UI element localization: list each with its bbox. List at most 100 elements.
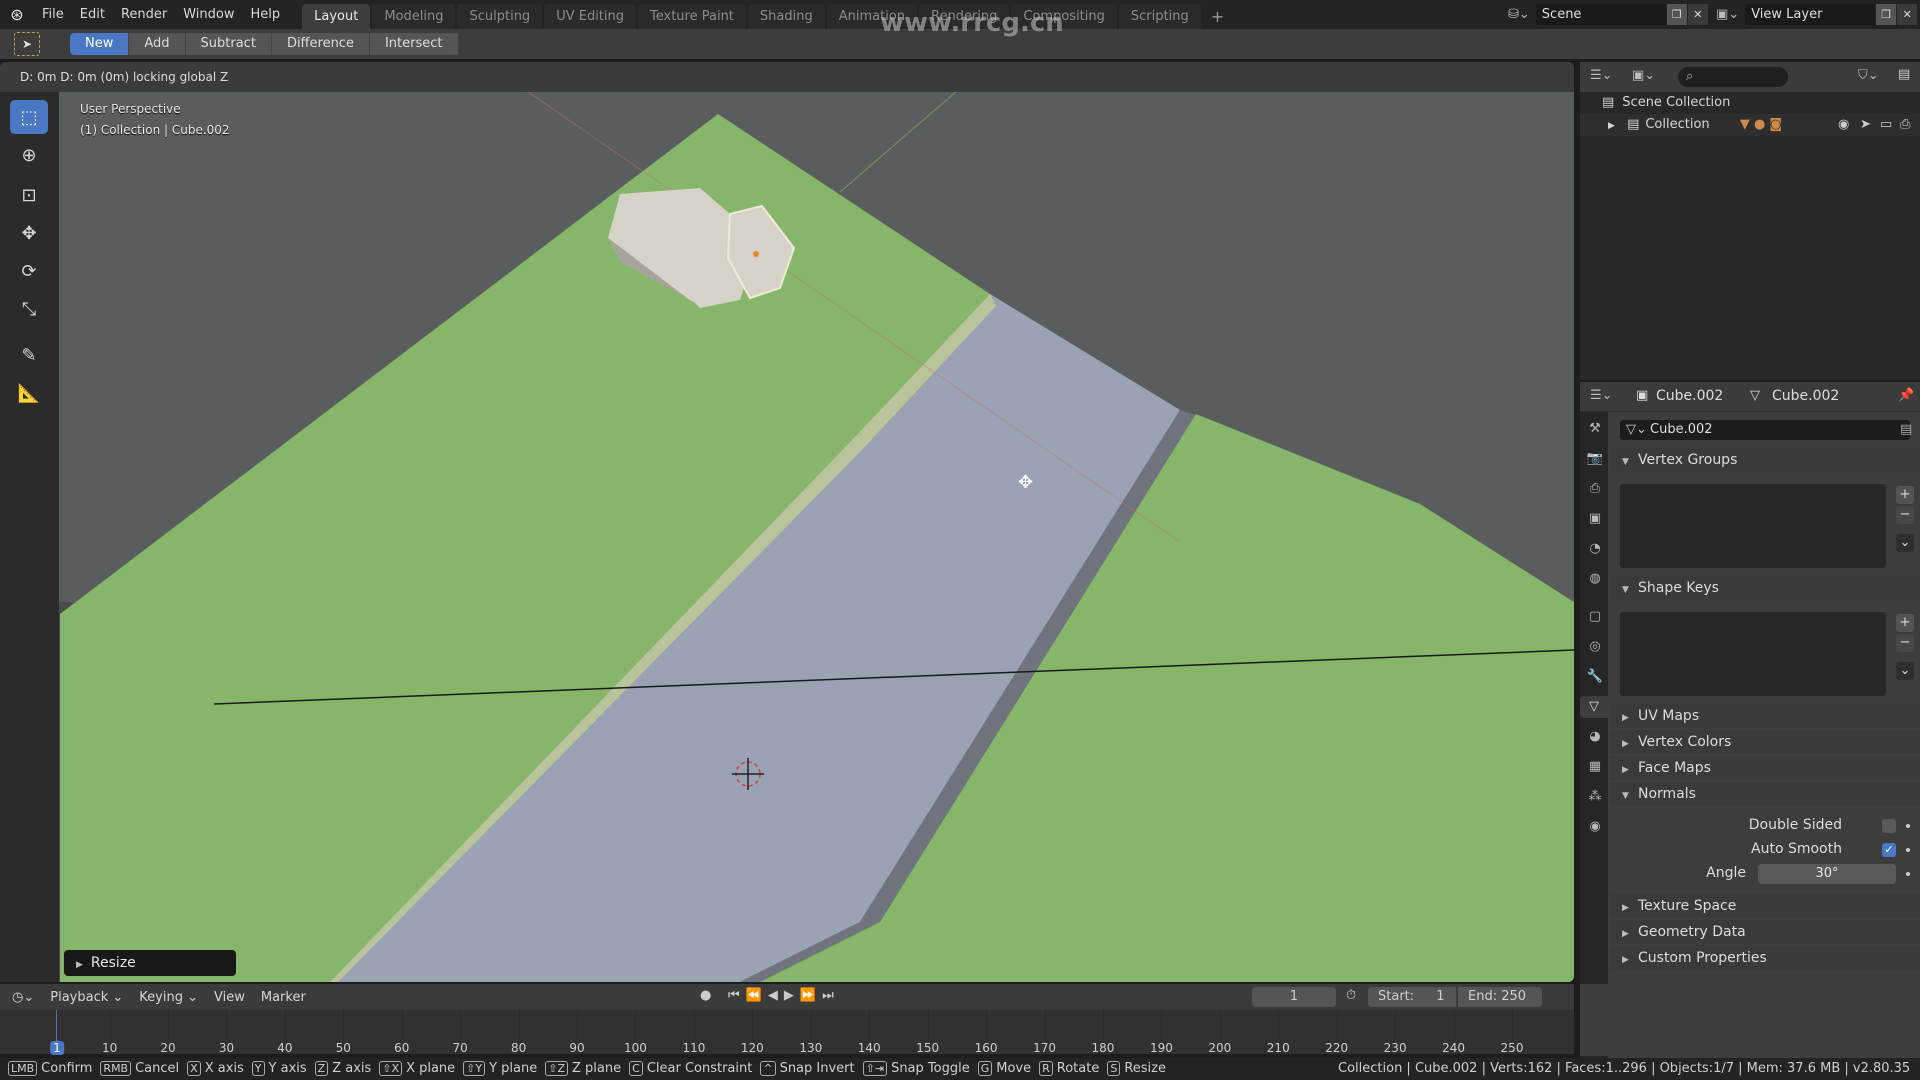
blender-logo-icon[interactable]: ⊛ [0,5,34,24]
last-operator-panel[interactable]: ▶ Resize [64,950,236,976]
texture-tab-icon[interactable]: ▦ [1584,756,1606,778]
scene-tab-icon[interactable]: ◔ [1584,538,1606,560]
editor-type-icon[interactable]: ☰⌄ [1590,388,1613,403]
add-vertex-group-button[interactable]: + [1896,486,1914,504]
keyframe-dot[interactable] [1906,872,1910,876]
shape-keys-list[interactable] [1620,612,1886,696]
world-tab-icon[interactable]: ◍ [1584,568,1606,590]
mesh-data-tab-icon[interactable]: ▽ [1580,696,1608,718]
menu-window[interactable]: Window [175,7,242,22]
preview-range-icon[interactable]: ⏱ [1346,988,1356,1003]
view-menu[interactable]: View [206,990,253,1005]
marker-menu[interactable]: Marker [253,990,314,1005]
keyframe-dot[interactable] [1906,824,1910,828]
outliner-search-input[interactable]: ⌕ [1678,67,1788,87]
cursor-tool-icon[interactable]: ⊕ [10,138,48,172]
tab-layout[interactable]: Layout [302,4,371,29]
new-collection-icon[interactable]: ▤ [1898,67,1910,82]
playback-menu[interactable]: Playback ⌄ [42,990,131,1005]
shape-key-specials-button[interactable]: ⌄ [1896,662,1914,680]
menu-help[interactable]: Help [243,7,289,22]
move-tool-icon[interactable]: ✥ [10,216,48,250]
menu-edit[interactable]: Edit [72,7,113,22]
keying-menu[interactable]: Keying ⌄ [131,990,206,1005]
delete-view-layer-button[interactable]: ✕ [1897,4,1918,25]
start-frame-field[interactable]: Start: 1 [1368,987,1456,1007]
vertex-group-specials-button[interactable]: ⌄ [1896,534,1914,552]
render-camera-icon[interactable]: ⎙ [1900,114,1910,136]
mode-subtract-button[interactable]: Subtract [185,33,272,55]
filter-icon[interactable]: ⛉⌄ [1858,68,1879,83]
angle-field[interactable]: 30° [1758,864,1896,884]
playback-controls[interactable]: ⏮⏪◀▶⏩⏭ [728,988,840,1003]
constraints-tab-icon[interactable]: ◉ [1584,816,1606,838]
view-layer-icon[interactable]: ▣⌄ [1716,7,1739,22]
remove-vertex-group-button[interactable]: − [1896,506,1914,524]
fake-user-icon[interactable]: ▤ [1900,422,1912,437]
mode-intersect-button[interactable]: Intersect [369,33,459,55]
keyframe-dot[interactable] [1906,848,1910,852]
select-box-tool-icon[interactable]: ⬚ [10,100,48,134]
delete-scene-button[interactable]: ✕ [1687,4,1708,25]
tab-modeling[interactable]: Modeling [372,4,456,29]
output-tab-icon[interactable]: ⎙ [1584,478,1606,500]
panel-shape-keys[interactable]: ▼ Shape Keys [1610,576,1920,600]
panel-normals[interactable]: ▼ Normals [1610,782,1920,806]
mode-new-button[interactable]: New [70,33,130,55]
panel-uv-maps[interactable]: ▶ UV Maps [1610,704,1920,728]
duplicate-view-layer-button[interactable]: ❐ [1876,4,1897,25]
collection-row[interactable]: ▶ ▤ Collection ▼ ● ◙ ◉ ➤ ▭ ⎙ [1580,114,1920,136]
select-box-tool-icon[interactable]: ➤ [14,32,40,56]
scene-collection-row[interactable]: ▤ Scene Collection [1580,92,1920,114]
material-tab-icon[interactable]: ◕ [1584,726,1606,748]
tab-uv-editing[interactable]: UV Editing [544,4,637,29]
modifier-tab-icon[interactable]: 🔧 [1584,666,1606,688]
auto-smooth-checkbox[interactable]: ✓ [1882,843,1896,857]
rotate-tool-icon[interactable]: ⟳ [10,254,48,288]
measure-tool-icon[interactable]: 📐 [10,376,48,410]
view-layer-tab-icon[interactable]: ▣ [1584,508,1606,530]
mesh-browse-icon[interactable]: ▽⌄ [1626,422,1647,437]
tool-tab-icon[interactable]: ⚒ [1584,418,1606,440]
panel-face-maps[interactable]: ▶ Face Maps [1610,756,1920,780]
transform-tool-icon[interactable]: ⊡ [10,178,48,212]
datablock-name[interactable]: Cube.002 [1650,422,1713,437]
selectable-arrow-icon[interactable]: ➤ [1860,114,1871,136]
vertex-groups-list[interactable] [1620,484,1886,568]
annotate-tool-icon[interactable]: ✎ [10,338,48,372]
add-workspace-button[interactable]: + [1203,4,1232,29]
physics-tab-icon[interactable]: ◎ [1584,636,1606,658]
tab-texture-paint[interactable]: Texture Paint [638,4,746,29]
visibility-eye-icon[interactable]: ◉ [1838,114,1849,136]
menu-render[interactable]: Render [113,7,175,22]
expand-triangle-icon[interactable]: ▶ [1608,121,1615,131]
remove-shape-key-button[interactable]: − [1896,634,1914,652]
tab-sculpting[interactable]: Sculpting [457,4,543,29]
mesh-datablock-field[interactable]: ▽⌄ Cube.002 [1620,420,1910,440]
add-shape-key-button[interactable]: + [1896,614,1914,632]
scene-name-field[interactable]: Scene [1535,4,1666,25]
panel-texture-space[interactable]: ▶ Texture Space [1610,894,1920,918]
scale-tool-icon[interactable]: ⤡ [10,292,48,326]
display-mode-icon[interactable]: ☰⌄ [1590,68,1613,83]
double-sided-checkbox[interactable] [1882,819,1896,833]
duplicate-scene-button[interactable]: ❐ [1666,4,1687,25]
3d-viewport[interactable]: ✥ [0,62,1574,982]
tab-shading[interactable]: Shading [747,4,825,29]
mode-add-button[interactable]: Add [129,33,186,55]
view-layer-field[interactable]: View Layer [1745,4,1876,25]
end-frame-field[interactable]: End: 250 [1458,987,1542,1007]
pin-icon[interactable]: 📌 [1898,388,1914,403]
scene-icon[interactable]: ⛁⌄ [1508,7,1530,22]
editor-type-clock-icon[interactable]: ◷⌄ [0,990,42,1005]
panel-vertex-groups[interactable]: ▼ Vertex Groups [1610,448,1920,472]
tab-scripting[interactable]: Scripting [1118,4,1201,29]
timeline-area[interactable]: 1 10 20 30 40 50 60 70 80 90 100 110 120 130 140 150 160… [0,1010,1574,1055]
object-tab-icon[interactable]: ▢ [1584,606,1606,628]
viewport-disable-icon[interactable]: ▭ [1880,114,1892,136]
particles-tab-icon[interactable]: ⁂ [1584,786,1606,808]
menu-file[interactable]: File [34,7,72,22]
current-frame-field[interactable]: 1 [1252,987,1336,1007]
panel-custom-properties[interactable]: ▶ Custom Properties [1610,946,1920,970]
record-button[interactable]: ● [700,988,711,1003]
